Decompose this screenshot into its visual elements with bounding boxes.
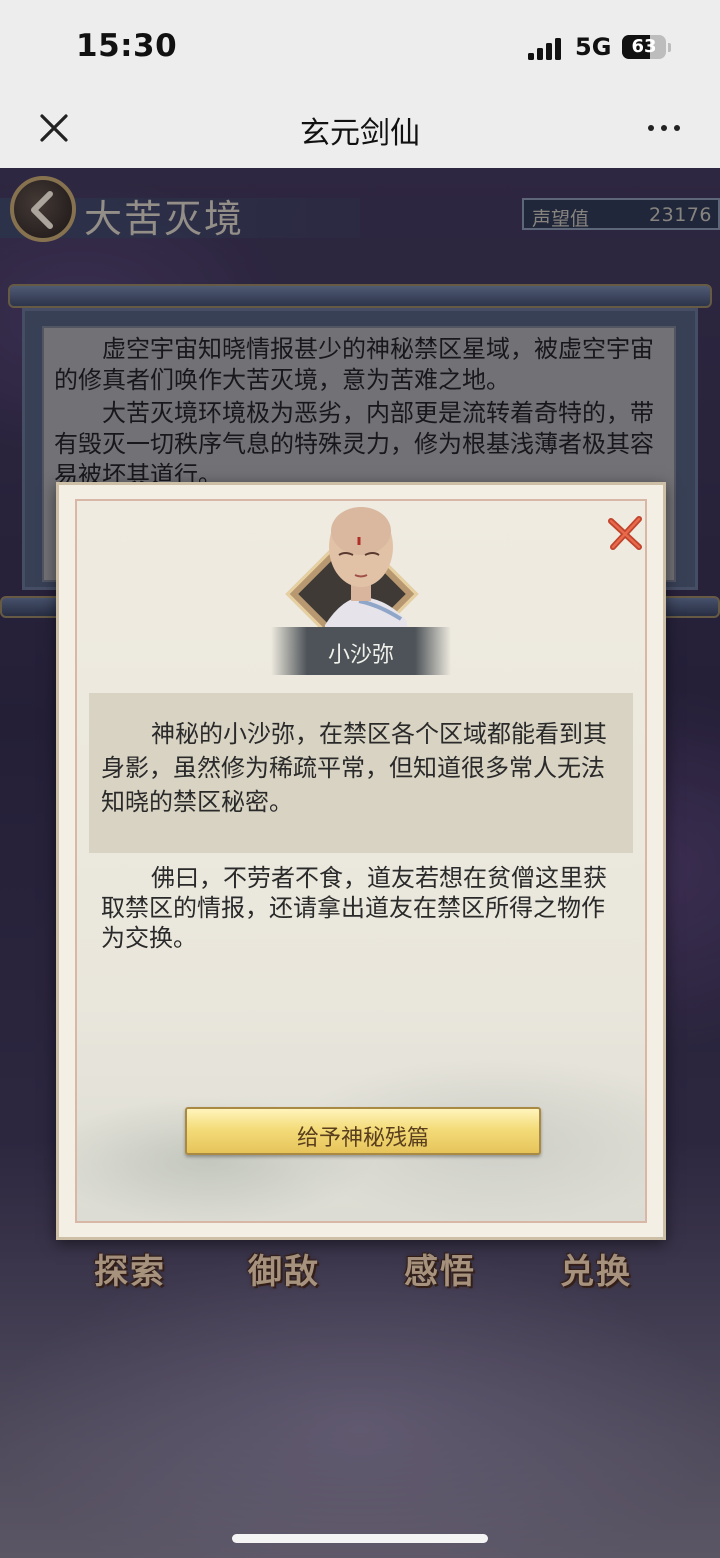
home-indicator[interactable] bbox=[232, 1534, 488, 1543]
npc-description: 神秘的小沙弥，在禁区各个区域都能看到其身影，虽然修为稀疏平常，但知道很多常人无法… bbox=[101, 720, 607, 816]
battery-tip bbox=[668, 43, 671, 52]
battery-level: 63 bbox=[631, 36, 657, 57]
signal-icon bbox=[528, 38, 561, 60]
give-fragment-label: 给予神秘残篇 bbox=[296, 1126, 429, 1151]
status-bar: 15:30 5G 63 bbox=[0, 0, 720, 92]
npc-description-box: 神秘的小沙弥，在禁区各个区域都能看到其身影，虽然修为稀疏平常，但知道很多常人无法… bbox=[89, 693, 633, 853]
npc-dialog: 小沙弥 神秘的小沙弥，在禁区各个区域都能看到其身影，虽然修为稀疏平常，但知道很多… bbox=[56, 482, 666, 1240]
network-type: 5G bbox=[575, 33, 612, 61]
monk-portrait bbox=[325, 507, 407, 631]
give-fragment-button[interactable]: 给予神秘残篇 bbox=[185, 1107, 541, 1155]
npc-speech: 佛曰，不劳者不食，道友若想在贫僧这里获取禁区的情报，还请拿出道友在禁区所得之物作… bbox=[101, 864, 607, 952]
npc-name-plate: 小沙弥 bbox=[271, 627, 451, 675]
battery-icon: 63 bbox=[622, 35, 666, 59]
npc-name: 小沙弥 bbox=[327, 643, 394, 668]
dialog-close-icon[interactable] bbox=[605, 513, 645, 553]
more-icon[interactable] bbox=[648, 114, 688, 142]
page-title: 玄元剑仙 bbox=[300, 116, 420, 151]
status-time: 15:30 bbox=[76, 28, 178, 64]
title-bar: 玄元剑仙 bbox=[0, 92, 720, 168]
